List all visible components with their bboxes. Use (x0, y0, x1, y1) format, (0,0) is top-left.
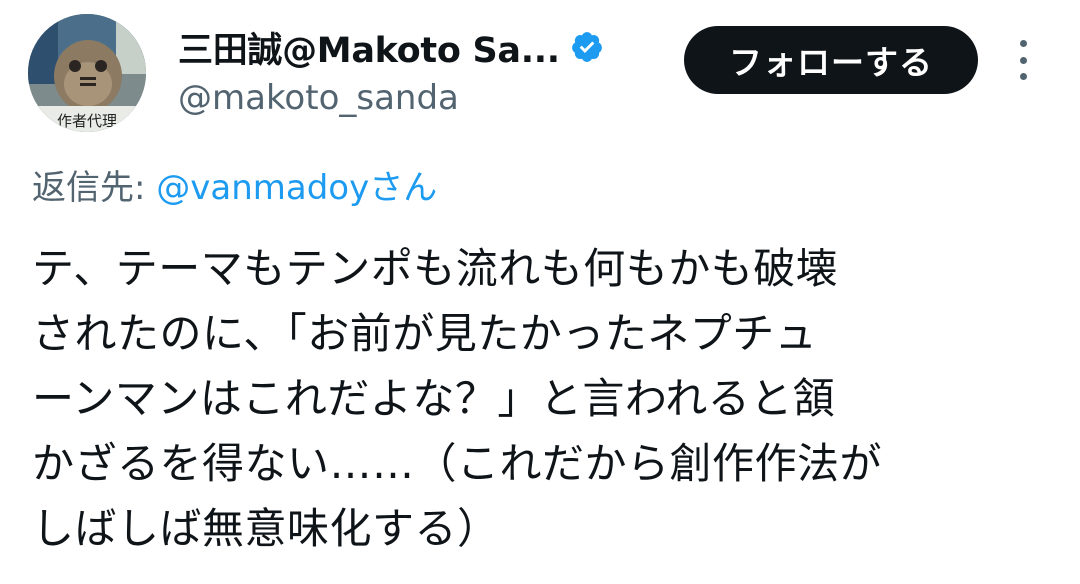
tweet-text-line: ーンマンはこれだよな？」と言われると頷 (32, 374, 836, 423)
display-name[interactable]: 三田誠@Makoto Sa... (178, 22, 560, 73)
reply-suffix[interactable]: さん (369, 168, 437, 208)
tweet-text: テ、テーマもテンポも流れも何もかも破壊 されたのに、「お前が見たかったネプチュ … (32, 236, 1052, 561)
verified-badge-icon (571, 32, 602, 62)
more-dot (1019, 56, 1027, 64)
tweet-text-line: テ、テーマもテンポも流れも何もかも破壊 (32, 244, 839, 293)
more-vertical-icon[interactable] (1008, 40, 1038, 80)
author-name-row: 三田誠@Makoto Sa... (178, 22, 604, 72)
avatar-caption: 作者代理 (57, 112, 117, 130)
tweet-header: 作者代理 三田誠@Makoto Sa... @makoto_sanda フォロー… (0, 0, 1080, 140)
author-handle[interactable]: @makoto_sanda (178, 78, 459, 118)
reply-to-line: 返信先: @vanmadoyさん (32, 160, 437, 209)
tweet-text-line: されたのに、「お前が見たかったネプチュ (32, 309, 818, 358)
more-dot (1019, 73, 1027, 80)
more-dot (1019, 40, 1027, 47)
tweet-text-line: しばしば無意味化する） (32, 504, 500, 553)
avatar[interactable]: 作者代理 (28, 14, 146, 132)
follow-button[interactable]: フォローする (684, 26, 978, 94)
reply-mention-link[interactable]: @vanmadoy (156, 168, 369, 208)
tweet-text-line: かざるを得ない……（これだから創作作法が (32, 439, 883, 488)
reply-prefix: 返信先: (32, 168, 157, 208)
avatar-image: 作者代理 (28, 14, 146, 132)
